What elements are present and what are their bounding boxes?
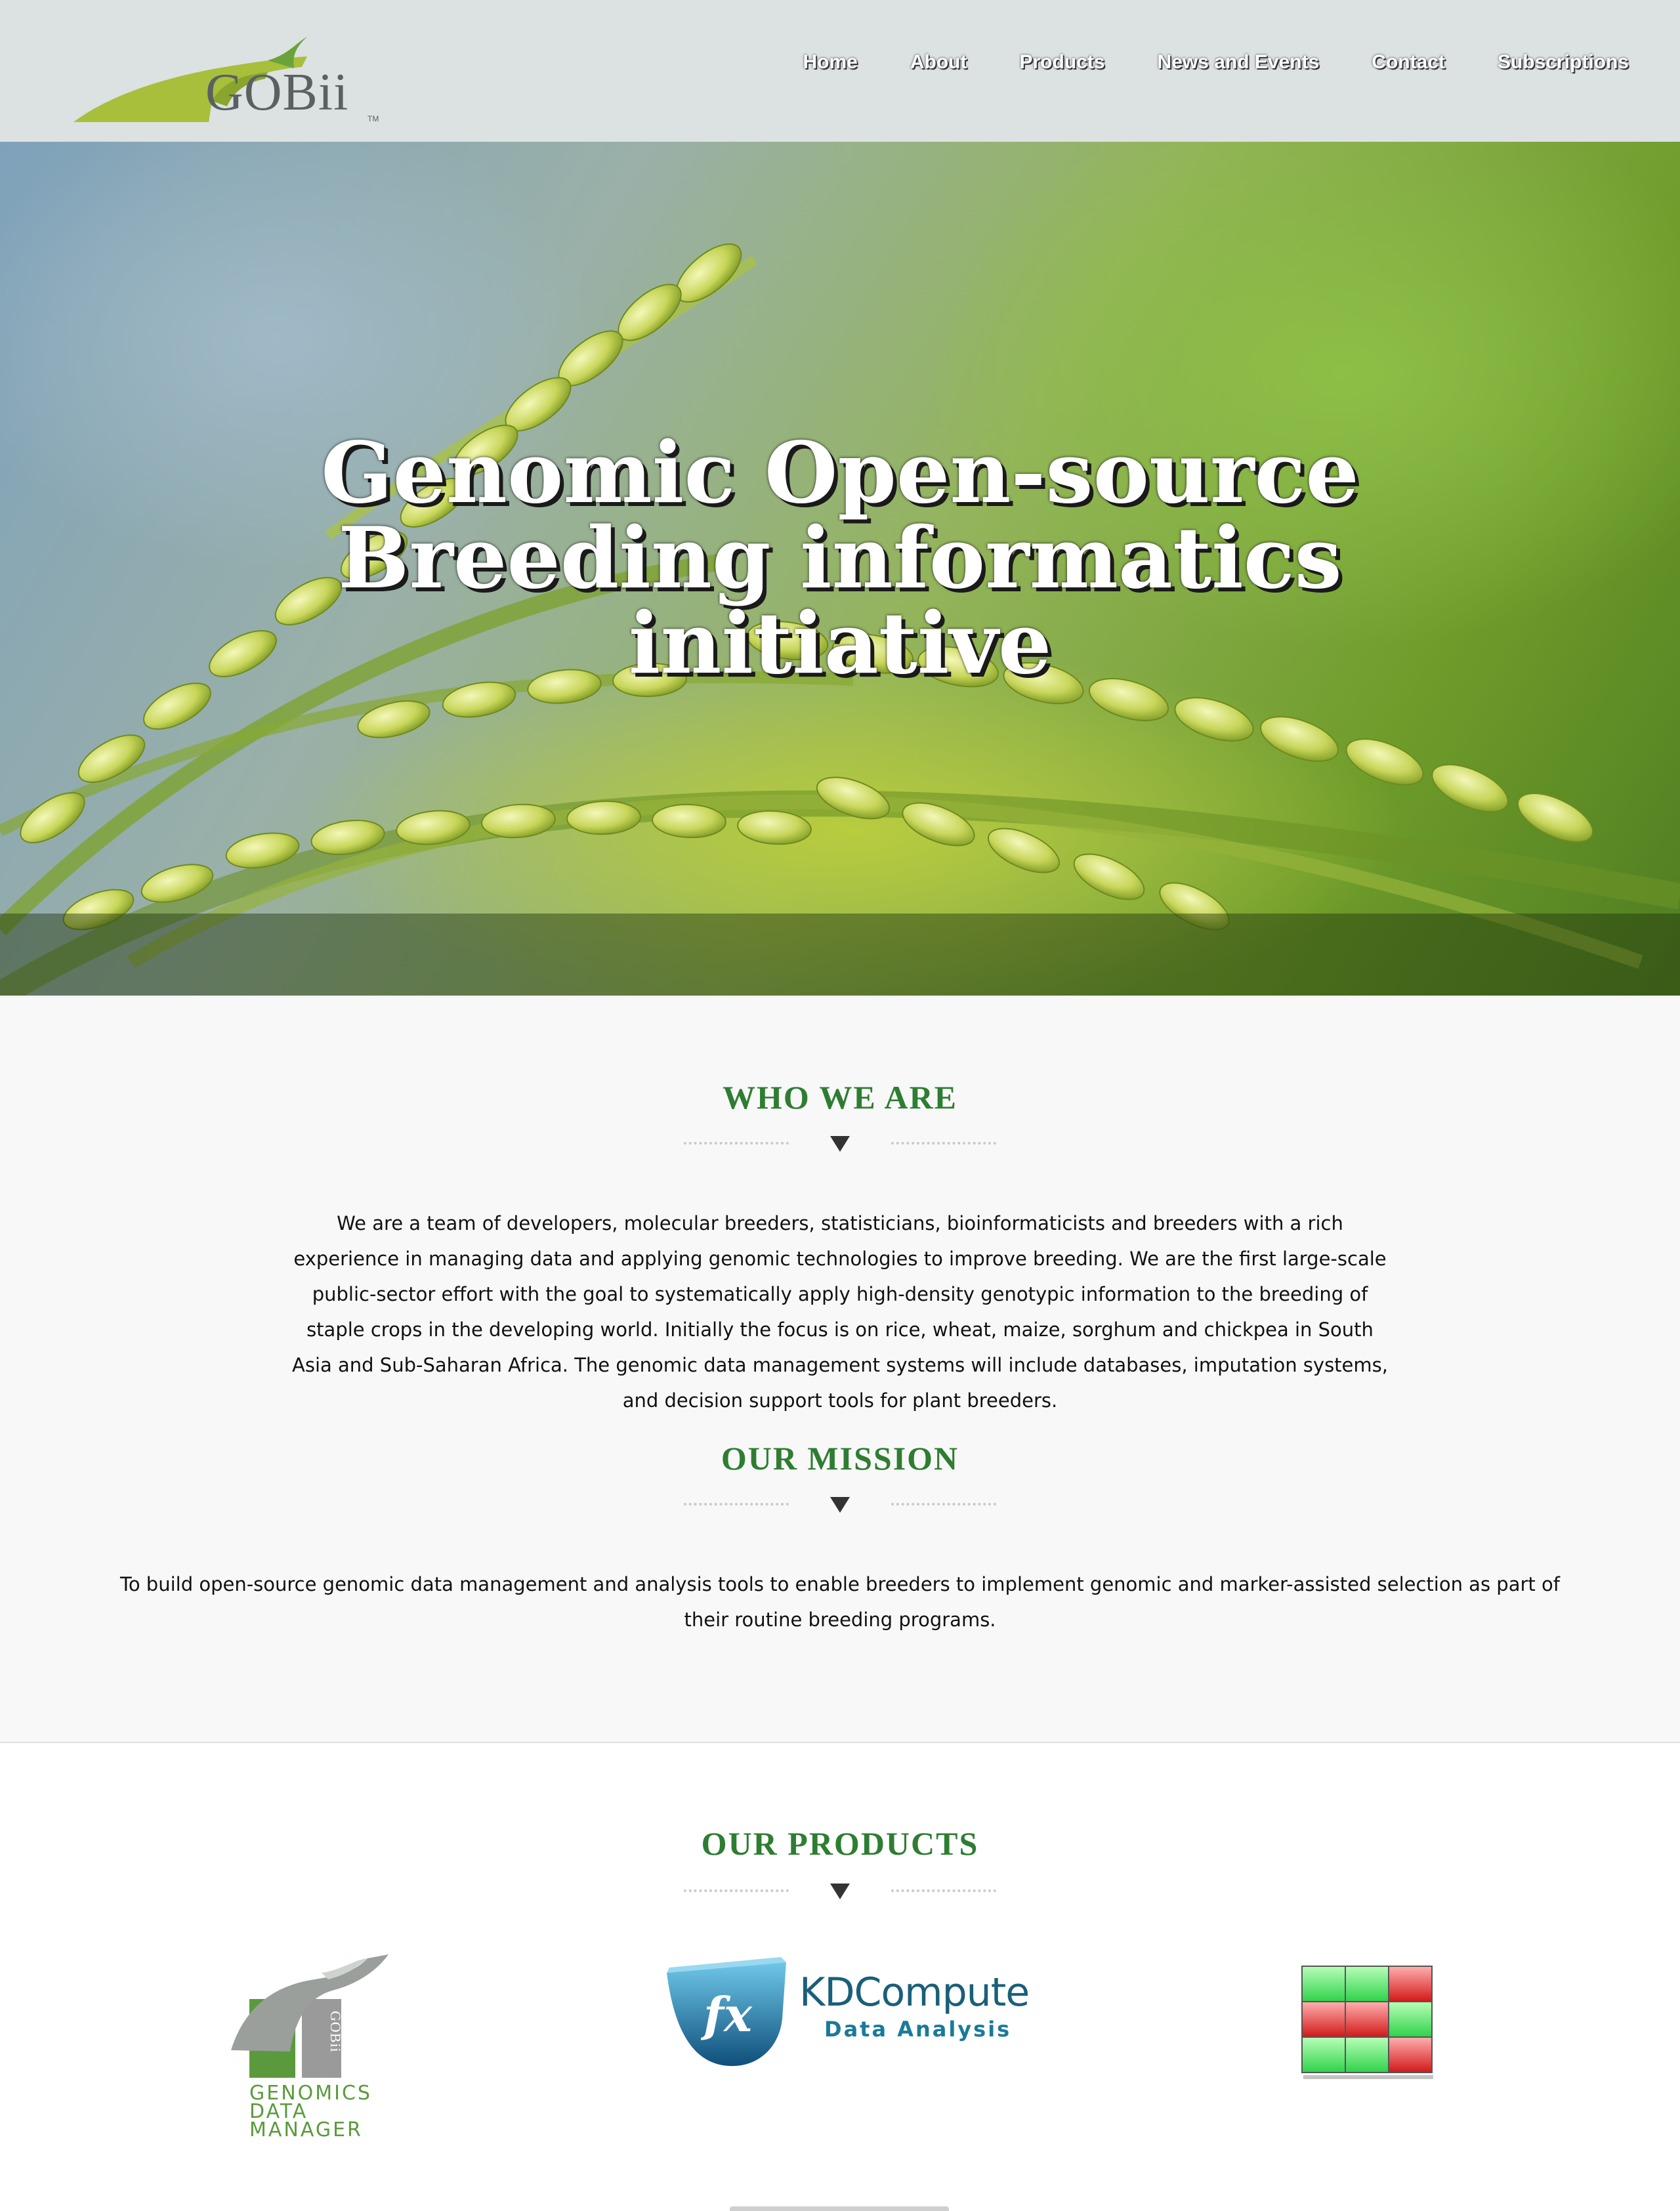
divider-dots-left <box>684 1142 789 1145</box>
nav-contact[interactable]: Contact <box>1372 51 1445 74</box>
who-we-are-text: We are a team of developers, molecular b… <box>292 1212 1388 1412</box>
site-header: GOBii TM Home About Products News and Ev… <box>0 0 1680 142</box>
divider-dots-right <box>891 1889 996 1892</box>
nav-home[interactable]: Home <box>803 51 858 74</box>
chevron-down-icon <box>830 1884 850 1899</box>
products-section: OUR PRODUCTS GOBii GENOMICS DATA MANAGER <box>0 1743 1680 2211</box>
product-heatmap[interactable] <box>1299 1964 1437 2079</box>
kdcompute-title: KDCompute <box>799 1969 1030 2015</box>
kdcompute-subtitle: Data Analysis <box>824 2017 1012 2042</box>
our-mission-text: To build open-source genomic data manage… <box>120 1573 1560 1631</box>
nav-subscriptions[interactable]: Subscriptions <box>1498 51 1629 74</box>
gdm-label-line3: MANAGER <box>249 2118 363 2141</box>
heatmap-grid-icon <box>1301 1966 1433 2079</box>
divider-dots-right <box>891 1503 996 1506</box>
nav-about[interactable]: About <box>910 51 967 74</box>
our-mission-heading: OUR MISSION <box>721 1440 959 1477</box>
kdcompute-fx-text: fx <box>704 1987 752 2042</box>
divider-dots-left <box>684 1889 789 1892</box>
hero-title: Genomic Open-source Breeding informatics… <box>321 424 1359 693</box>
chevron-down-icon <box>830 1136 850 1152</box>
divider-dots-left <box>684 1503 789 1506</box>
hero-banner: Genomic Open-source Breeding informatics… <box>0 142 1680 996</box>
product-genomics-data-manager[interactable]: GOBii GENOMICS DATA MANAGER <box>230 1953 400 2150</box>
scroll-tab[interactable] <box>730 2206 949 2211</box>
about-section: WHO WE ARE We are a team of developers, … <box>0 996 1680 1743</box>
gobii-logo[interactable]: GOBii TM <box>71 29 386 127</box>
divider-dots-right <box>891 1142 996 1145</box>
gdm-logo-icon <box>231 1954 388 2078</box>
logo-trademark: TM <box>368 114 379 123</box>
main-nav: Home About Products News and Events Cont… <box>803 51 1629 74</box>
hero-bottom-band <box>0 914 1680 996</box>
nav-products[interactable]: Products <box>1020 51 1105 74</box>
section-divider <box>682 1496 998 1515</box>
gdm-badge-text: GOBii <box>327 2011 344 2053</box>
product-kdcompute[interactable]: fx KDCompute Data Analysis <box>663 1953 1030 2071</box>
nav-news-and-events[interactable]: News and Events <box>1158 51 1320 74</box>
chevron-down-icon <box>830 1497 850 1513</box>
our-products-heading: OUR PRODUCTS <box>701 1825 979 1862</box>
who-we-are-heading: WHO WE ARE <box>722 1079 958 1116</box>
section-divider <box>682 1135 998 1154</box>
section-divider <box>682 1882 998 1902</box>
logo-text: GOBii <box>205 64 349 121</box>
